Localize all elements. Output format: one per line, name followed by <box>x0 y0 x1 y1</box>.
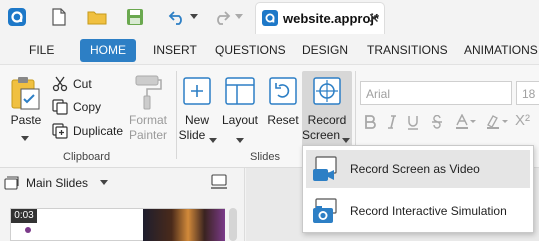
reset-label[interactable]: Reset <box>264 113 302 128</box>
new-slide-icon[interactable] <box>183 77 211 108</box>
cut-label: Cut <box>73 77 92 91</box>
new-slide-label-1[interactable]: New <box>178 113 216 128</box>
copy-button[interactable]: Copy <box>51 97 101 117</box>
slide-view-select[interactable]: Main Slides <box>4 173 109 193</box>
slide-duration-badge: 0:03 <box>11 209 37 223</box>
layout-label[interactable]: Layout <box>218 113 262 128</box>
redo-icon <box>211 6 233 28</box>
layout-dropdown-icon[interactable] <box>236 133 244 147</box>
document-tab[interactable]: website.approj* ✕ <box>255 2 385 34</box>
format-painter-label-2: Painter <box>128 128 168 142</box>
record-screen-as-video-item[interactable]: Record Screen as Video <box>306 150 530 188</box>
camera-icon <box>310 196 344 226</box>
font-size-select[interactable]: 18 <box>516 81 539 105</box>
title-bar: website.approj* ✕ <box>0 0 539 36</box>
reset-icon[interactable] <box>269 77 297 108</box>
highlight-icon <box>486 114 510 133</box>
slide-size-icon[interactable] <box>210 174 228 193</box>
clipboard-group-label: Clipboard <box>63 151 111 163</box>
tab-transitions[interactable]: TRANSITIONS <box>357 39 458 62</box>
slide-view-label: Main Slides <box>26 176 89 190</box>
document-icon <box>262 10 278 29</box>
font-size-value: 18 <box>522 87 536 101</box>
strikethrough-icon <box>431 114 443 132</box>
paste-dropdown-icon[interactable] <box>21 131 29 145</box>
format-painter-label-1: Format <box>128 113 167 127</box>
font-color-icon <box>455 113 477 133</box>
font-family-select[interactable]: Arial <box>360 81 512 105</box>
tab-home[interactable]: HOME <box>80 39 136 62</box>
undo-dropdown-icon[interactable] <box>187 6 201 28</box>
redo-dropdown-icon <box>232 6 246 28</box>
bold-icon <box>364 115 376 132</box>
layout-icon[interactable] <box>225 77 255 108</box>
paste-icon[interactable] <box>9 75 43 114</box>
superscript-icon: X² <box>515 112 530 129</box>
tab-animations[interactable]: ANIMATIONS <box>454 39 539 62</box>
duplicate-button[interactable]: Duplicate <box>51 121 123 141</box>
slides-group-label: Slides <box>250 151 280 163</box>
tab-questions[interactable]: QUESTIONS <box>205 39 296 62</box>
record-interactive-simulation-item[interactable]: Record Interactive Simulation <box>306 192 530 230</box>
tab-file[interactable]: FILE <box>19 39 64 62</box>
slide-panel-scrollbar[interactable] <box>229 208 237 241</box>
font-family-value: Arial <box>366 87 391 101</box>
paste-label[interactable]: Paste <box>6 113 46 128</box>
copy-icon <box>51 98 69 116</box>
italic-icon <box>387 115 397 132</box>
new-file-icon[interactable] <box>48 6 70 28</box>
duplicate-icon <box>51 122 69 140</box>
ribbon-tabs: FILE HOME INSERT QUESTIONS DESIGN TRANSI… <box>0 36 539 64</box>
open-folder-icon[interactable] <box>86 6 108 28</box>
cut-button[interactable]: Cut <box>51 74 92 94</box>
close-tab-icon[interactable]: ✕ <box>368 10 380 27</box>
format-painter-icon <box>133 74 163 115</box>
record-screen-label-1: Record <box>307 113 347 127</box>
record-screen-as-video-label: Record Screen as Video <box>350 162 480 176</box>
tab-insert[interactable]: INSERT <box>143 39 207 62</box>
document-title: website.approj* <box>283 11 380 26</box>
save-icon[interactable] <box>124 6 146 28</box>
record-interactive-simulation-label: Record Interactive Simulation <box>350 204 507 218</box>
slides-view-icon <box>4 175 22 191</box>
scissors-icon <box>51 75 69 93</box>
undo-icon[interactable] <box>166 6 188 28</box>
thumbnail-marker <box>25 227 31 233</box>
duplicate-label: Duplicate <box>73 124 124 138</box>
tab-design[interactable]: DESIGN <box>292 39 358 62</box>
slide-view-dropdown-icon <box>100 180 109 186</box>
slide-panel: Main Slides 0:03 <box>0 168 245 241</box>
record-screen-label-2: Screen <box>301 128 341 142</box>
new-slide-dropdown-icon[interactable] <box>209 133 217 147</box>
video-camera-icon <box>310 154 344 184</box>
record-screen-icon <box>313 77 341 108</box>
thumbnail-image <box>143 209 225 241</box>
app-logo-icon[interactable] <box>6 6 28 28</box>
slide-thumbnail[interactable]: 0:03 <box>10 208 225 241</box>
underline-icon <box>407 115 419 133</box>
copy-label: Copy <box>73 100 102 114</box>
group-separator <box>176 71 177 159</box>
record-screen-menu: Record Screen as Video Record Interactiv… <box>302 145 534 233</box>
new-slide-label-2[interactable]: Slide <box>174 128 210 143</box>
